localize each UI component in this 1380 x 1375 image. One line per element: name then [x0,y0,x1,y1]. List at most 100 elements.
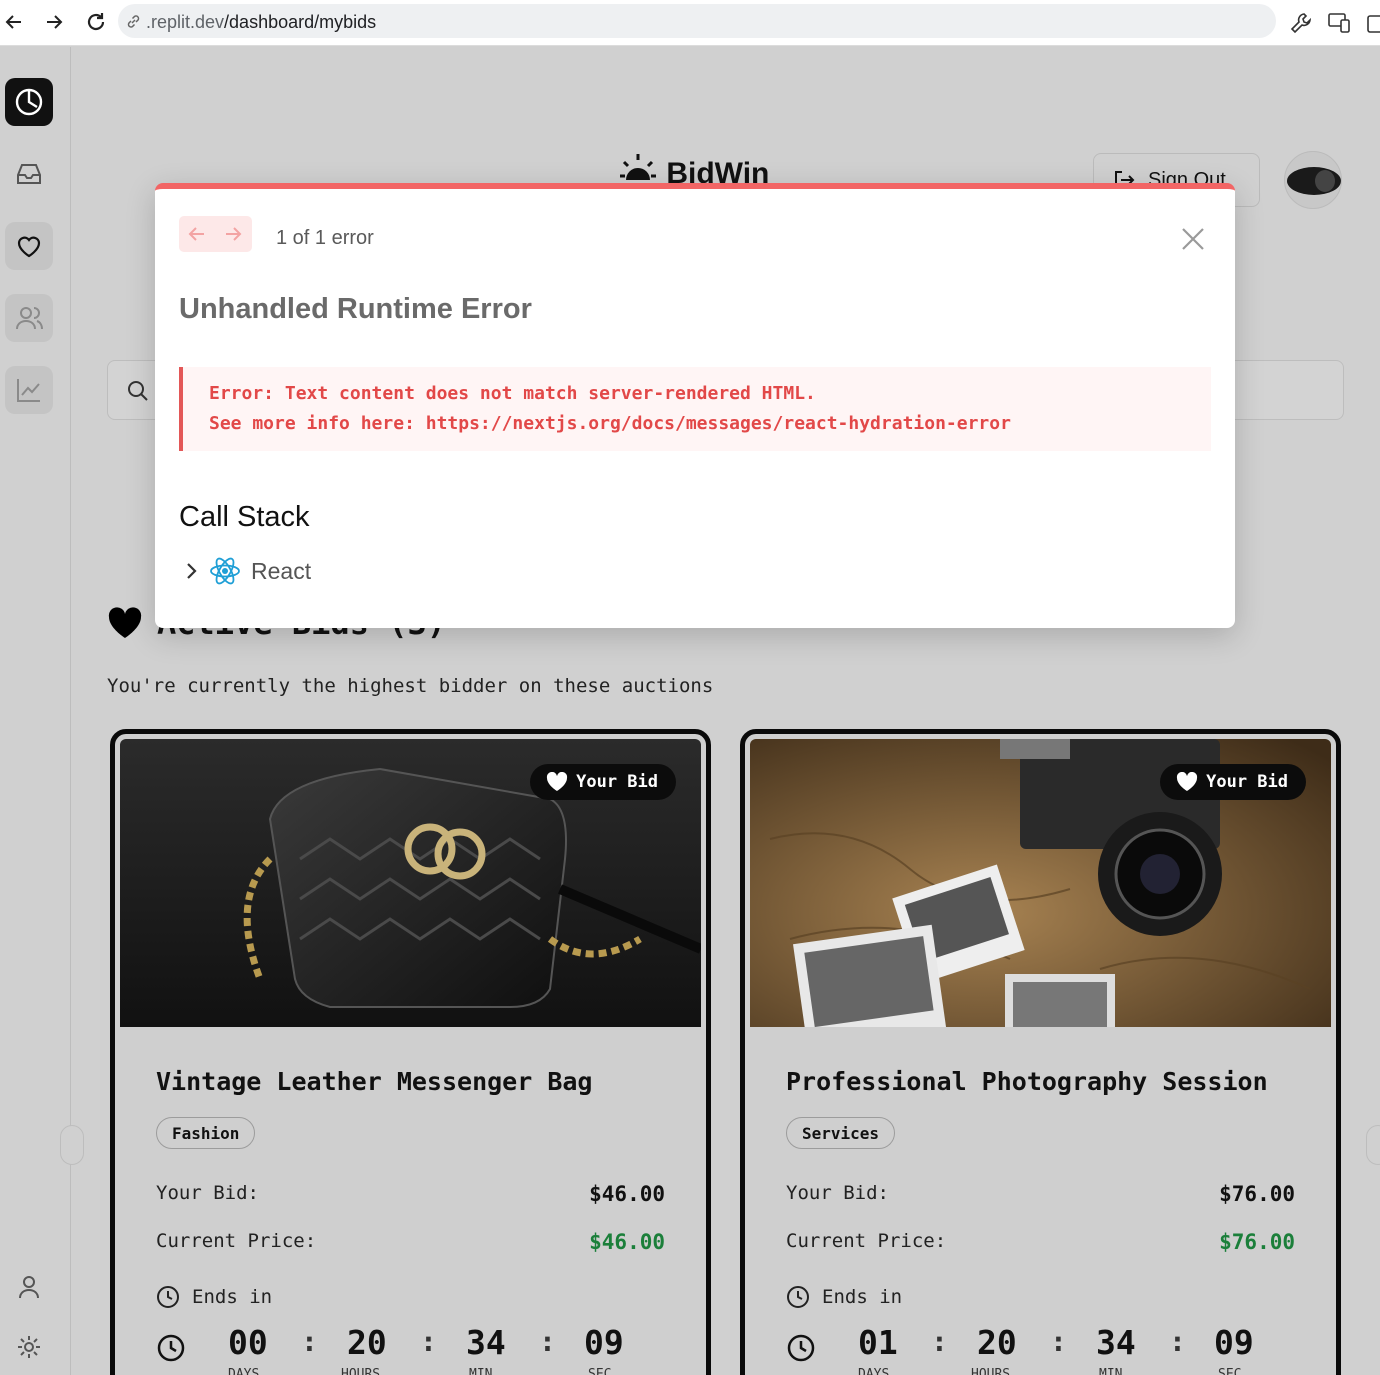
section-subtitle: You're currently the highest bidder on t… [107,675,714,697]
countdown-sec: 09 [1214,1323,1254,1362]
countdown-min: 34 [466,1323,506,1362]
sidebar-item-auctions[interactable] [5,78,53,126]
error-message: Error: Text content does not match serve… [209,383,816,404]
countdown-days: 00 [228,1323,268,1362]
bid-card[interactable]: Your Bid Professional Photography Sessio… [740,729,1341,1375]
sidebar [0,47,71,1375]
card-title: Vintage Leather Messenger Bag [156,1067,593,1096]
forward-button[interactable] [40,8,68,36]
url-path: /dashboard/mybids [224,12,377,32]
countdown-sec: 09 [584,1323,624,1362]
error-message-box: Error: Text content does not match serve… [179,367,1211,451]
hours-label: HOURS [341,1367,381,1375]
clock-icon [157,1286,179,1308]
scroll-right-button[interactable] [1366,1125,1380,1165]
devices-icon[interactable] [1326,10,1352,36]
error-overlay-dialog: 1 of 1 error Unhandled Runtime Error Err… [155,183,1235,628]
reload-button[interactable] [82,8,110,36]
avatar-image-icon [1287,167,1341,195]
back-button[interactable] [0,8,28,36]
chart-line-icon [17,379,40,402]
arrow-right-icon [47,15,63,29]
your-bid-label: Your Bid: [156,1182,259,1204]
arrow-left-icon [188,227,204,241]
your-bid-value: $76.00 [1219,1182,1295,1206]
chevron-right-icon [187,563,197,579]
your-bid-badge: Your Bid [1160,764,1306,800]
address-bar[interactable]: .replit.dev/dashboard/mybids [118,4,1276,38]
countdown-hours: 20 [347,1323,387,1362]
prev-error-button[interactable] [179,216,215,252]
call-stack-title: Call Stack [179,501,310,533]
category-tag: Services [786,1117,896,1149]
browser-toolbar: .replit.dev/dashboard/mybids [0,0,1380,46]
min-label: MIN [469,1367,493,1375]
countdown: 01 : 20 : 34 : 09 DAYS HOURS MIN SEC [786,1323,1295,1375]
ends-in: Ends in [156,1285,272,1309]
gear-icon [18,1336,40,1358]
your-bid-row: Your Bid: $76.00 [786,1182,1295,1206]
ends-in-label: Ends in [192,1286,273,1308]
current-price-label: Current Price: [786,1230,947,1252]
countdown-separator: : [420,1325,437,1358]
sidebar-item-analytics[interactable] [5,366,53,414]
current-price-row: Current Price: $76.00 [786,1230,1295,1254]
clock-pie-icon [15,88,43,116]
countdown: 00 : 20 : 34 : 09 DAYS HOURS MIN SEC [156,1323,665,1375]
ends-in: Ends in [786,1285,902,1309]
countdown-separator: : [301,1325,318,1358]
error-info-link[interactable]: See more info here: https://nextjs.org/d… [209,413,1011,434]
your-bid-label: Your Bid: [786,1182,889,1204]
heart-white-icon [547,772,568,791]
current-price-label: Current Price: [156,1230,317,1252]
bid-card[interactable]: Your Bid Vintage Leather Messenger Bag F… [110,729,711,1375]
sidebar-item-users[interactable] [5,294,53,342]
countdown-separator: : [931,1325,948,1358]
current-price-value: $46.00 [589,1230,665,1254]
sidebar-item-profile[interactable] [5,1263,53,1311]
sidebar-item-settings[interactable] [5,1323,53,1371]
your-bid-value: $46.00 [589,1182,665,1206]
countdown-separator: : [539,1325,556,1358]
close-icon[interactable] [1179,225,1207,253]
open-external-icon[interactable] [1364,10,1380,36]
next-error-button[interactable] [215,216,251,252]
clock-icon [787,1334,815,1362]
badge-label: Your Bid [576,772,658,792]
arrow-left-icon [5,15,21,29]
call-stack-frame-react[interactable]: React [185,555,311,587]
reload-icon [87,13,105,31]
current-price-value: $76.00 [1219,1230,1295,1254]
avatar[interactable] [1284,151,1342,209]
url-prefix: .replit.dev [146,12,225,32]
badge-label: Your Bid [1206,772,1288,792]
category-tag: Fashion [156,1117,256,1149]
frame-label: React [251,557,312,584]
card-body: Your Bid Vintage Leather Messenger Bag F… [120,739,701,1375]
countdown-separator: : [1050,1325,1067,1358]
wrench-icon[interactable] [1288,10,1314,36]
card-body: Your Bid Professional Photography Sessio… [750,739,1331,1375]
countdown-min: 34 [1096,1323,1136,1362]
inbox-icon [17,164,41,184]
hours-label: HOURS [971,1367,1011,1375]
react-icon [210,557,240,585]
min-label: MIN [1099,1367,1123,1375]
sidebar-item-mybids[interactable] [5,222,53,270]
clock-icon [787,1286,809,1308]
your-bid-row: Your Bid: $46.00 [156,1182,665,1206]
sidebar-item-inbox[interactable] [5,150,53,198]
error-count: 1 of 1 error [276,227,374,249]
error-pager [179,216,252,252]
users-icon [16,307,43,330]
sec-label: SEC [588,1367,612,1375]
link-icon [127,15,140,28]
scroll-left-button[interactable] [60,1125,84,1165]
user-icon [19,1276,39,1299]
countdown-hours: 20 [977,1323,1017,1362]
current-price-row: Current Price: $46.00 [156,1230,665,1254]
url-text: .replit.dev/dashboard/mybids [146,12,376,33]
arrow-right-icon [226,227,242,241]
clock-icon [157,1334,185,1362]
error-heading: Unhandled Runtime Error [179,293,532,325]
